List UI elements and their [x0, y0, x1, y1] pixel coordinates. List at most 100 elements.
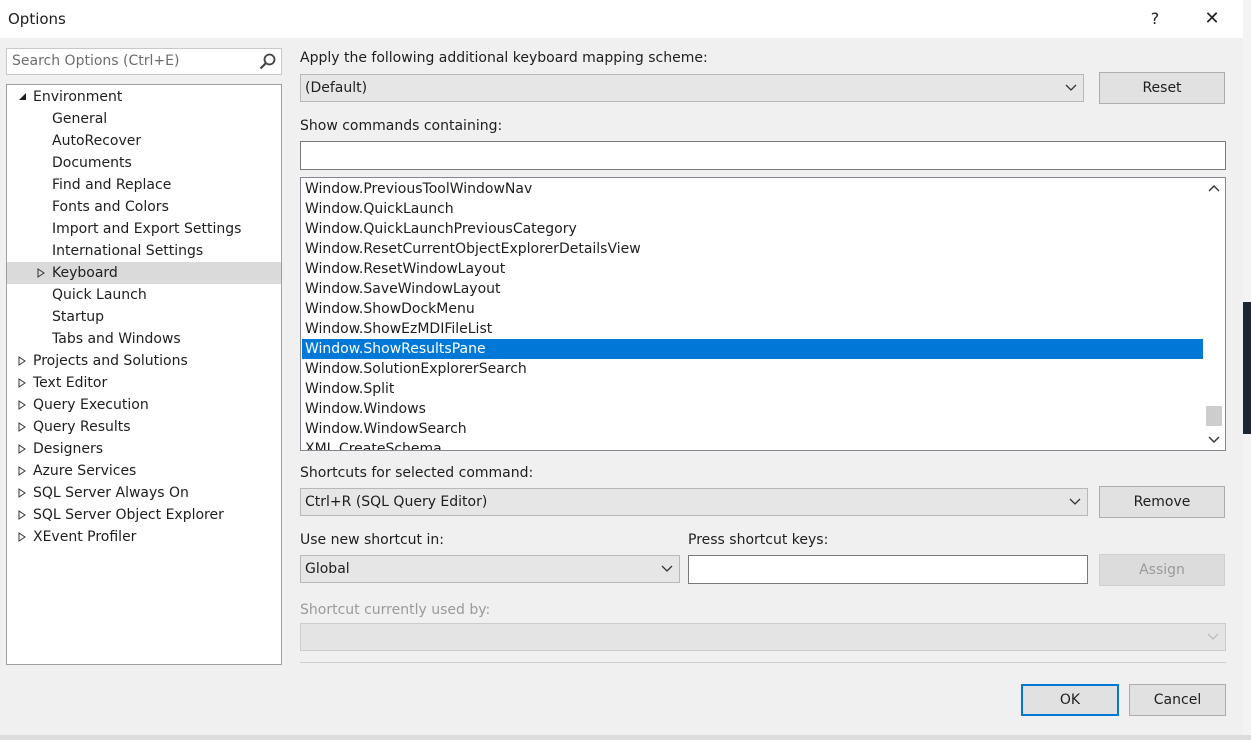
tree-item[interactable]: Keyboard [7, 262, 281, 284]
command-list-item[interactable]: Window.QuickLaunchPreviousCategory [302, 219, 1204, 239]
reset-button[interactable]: Reset [1099, 72, 1225, 104]
collapsed-triangle-icon[interactable] [16, 372, 30, 394]
shortcuts-value: Ctrl+R (SQL Query Editor) [305, 494, 488, 510]
tree-item[interactable]: Text Editor [7, 372, 281, 394]
tree-item-label: Find and Replace [52, 177, 172, 193]
use-in-value: Global [305, 561, 350, 577]
options-tree: Environment General AutoRecover Documents Fi… [6, 84, 282, 665]
tree-item[interactable]: Import and Export Settings [7, 218, 281, 240]
show-commands-label: Show commands containing: [300, 118, 503, 134]
command-list-item[interactable]: Window.SaveWindowLayout [302, 279, 1204, 299]
collapsed-triangle-icon[interactable] [16, 504, 30, 526]
command-list-item[interactable]: Window.ShowDockMenu [302, 299, 1204, 319]
options-dialog: Options ? ✕ Search Options (Ctrl+E) Envi… [0, 0, 1243, 735]
collapsed-triangle-icon[interactable] [16, 526, 30, 548]
close-button[interactable]: ✕ [1192, 5, 1232, 33]
commands-list[interactable]: XML.CreateSchema Window.WindowSearch Windo… [300, 177, 1226, 451]
collapsed-triangle-icon[interactable] [16, 438, 30, 460]
expanded-triangle-icon[interactable] [16, 86, 30, 108]
tree-item-label: Keyboard [52, 265, 118, 281]
tree-item-label: Startup [52, 309, 104, 325]
tree-item[interactable]: SQL Server Always On [7, 482, 281, 504]
background-window-edge [1243, 0, 1251, 740]
mapping-scheme-label: Apply the following additional keyboard … [300, 50, 708, 66]
tree-item[interactable]: Tabs and Windows [7, 328, 281, 350]
chevron-down-icon [661, 565, 673, 572]
command-list-item[interactable]: Window.Windows [302, 399, 1204, 419]
tree-item[interactable]: Query Execution [7, 394, 281, 416]
mapping-scheme-value: (Default) [305, 80, 368, 96]
title-bar: Options ? ✕ [0, 0, 1243, 38]
show-commands-input[interactable] [300, 141, 1226, 170]
collapsed-triangle-icon[interactable] [35, 262, 49, 284]
scroll-up-icon[interactable] [1208, 184, 1220, 192]
mapping-scheme-select[interactable]: (Default) [300, 74, 1084, 102]
shortcuts-select[interactable]: Ctrl+R (SQL Query Editor) [300, 488, 1088, 516]
command-list-item[interactable]: Window.WindowSearch [302, 419, 1204, 439]
tree-item-label: XEvent Profiler [33, 529, 137, 545]
tree-item[interactable]: Fonts and Colors [7, 196, 281, 218]
tree-item-label: SQL Server Object Explorer [33, 507, 224, 523]
tree-item[interactable]: Azure Services [7, 460, 281, 482]
tree-item-label: Azure Services [33, 463, 137, 479]
tree-item[interactable]: Find and Replace [7, 174, 281, 196]
command-list-item[interactable]: Window.ShowResultsPane [302, 339, 1204, 359]
help-button[interactable]: ? [1135, 5, 1175, 33]
background-panel [1243, 302, 1251, 434]
cancel-button[interactable]: Cancel [1129, 684, 1226, 716]
tree-item[interactable]: AutoRecover [7, 130, 281, 152]
command-list-item[interactable]: Window.PreviousToolWindowNav [302, 179, 1204, 199]
collapsed-triangle-icon[interactable] [16, 482, 30, 504]
collapsed-triangle-icon[interactable] [16, 350, 30, 372]
tree-item[interactable]: XEvent Profiler [7, 526, 281, 548]
command-list-item[interactable]: XML.CreateSchema [302, 439, 1204, 450]
tree-item-label: Import and Export Settings [52, 221, 242, 237]
search-icon[interactable] [258, 52, 278, 72]
press-keys-input[interactable] [688, 555, 1088, 584]
use-in-label: Use new shortcut in: [300, 532, 444, 548]
use-in-select[interactable]: Global [300, 555, 680, 583]
tree-item[interactable]: Quick Launch [7, 284, 281, 306]
command-list-item[interactable]: Window.ResetCurrentObjectExplorerDetails… [302, 239, 1204, 259]
tree-item[interactable]: Environment [7, 86, 281, 108]
tree-item[interactable]: Startup [7, 306, 281, 328]
collapsed-triangle-icon[interactable] [16, 460, 30, 482]
tree-item-label: Tabs and Windows [52, 331, 181, 347]
collapsed-triangle-icon[interactable] [16, 416, 30, 438]
tree-item-label: Environment [33, 89, 123, 105]
tree-item[interactable]: Projects and Solutions [7, 350, 281, 372]
dialog-title: Options [8, 10, 66, 28]
tree-item-label: Quick Launch [52, 287, 147, 303]
tree-item-label: Fonts and Colors [52, 199, 169, 215]
scroll-down-icon[interactable] [1208, 436, 1220, 444]
command-list-item[interactable]: Window.Split [302, 379, 1204, 399]
search-options-input[interactable]: Search Options (Ctrl+E) [6, 48, 282, 75]
chevron-down-icon [1069, 498, 1081, 505]
tree-item[interactable]: Documents [7, 152, 281, 174]
search-placeholder: Search Options (Ctrl+E) [12, 53, 180, 69]
command-list-item[interactable]: Window.SolutionExplorerSearch [302, 359, 1204, 379]
command-list-item[interactable]: Window.ResetWindowLayout [302, 259, 1204, 279]
ok-button[interactable]: OK [1021, 684, 1119, 716]
tree-item[interactable]: Query Results [7, 416, 281, 438]
tree-item[interactable]: International Settings [7, 240, 281, 262]
tree-item-label: Text Editor [33, 375, 108, 391]
command-list-item[interactable]: Window.QuickLaunch [302, 199, 1204, 219]
collapsed-triangle-icon[interactable] [16, 394, 30, 416]
background-app-strip [0, 735, 1251, 740]
scroll-thumb[interactable] [1206, 406, 1222, 426]
shortcuts-label: Shortcuts for selected command: [300, 465, 534, 481]
used-by-label: Shortcut currently used by: [300, 602, 491, 618]
tree-item-label: AutoRecover [52, 133, 142, 149]
commands-scrollbar[interactable] [1203, 178, 1225, 450]
assign-button[interactable]: Assign [1099, 554, 1225, 586]
tree-item-label: General [52, 111, 108, 127]
tree-item[interactable]: SQL Server Object Explorer [7, 504, 281, 526]
remove-button[interactable]: Remove [1099, 486, 1225, 518]
tree-item-label: Projects and Solutions [33, 353, 188, 369]
command-list-item[interactable]: Window.ShowEzMDIFileList [302, 319, 1204, 339]
tree-item[interactable]: General [7, 108, 281, 130]
footer-separator [300, 662, 1226, 663]
tree-item-label: Query Results [33, 419, 131, 435]
tree-item[interactable]: Designers [7, 438, 281, 460]
